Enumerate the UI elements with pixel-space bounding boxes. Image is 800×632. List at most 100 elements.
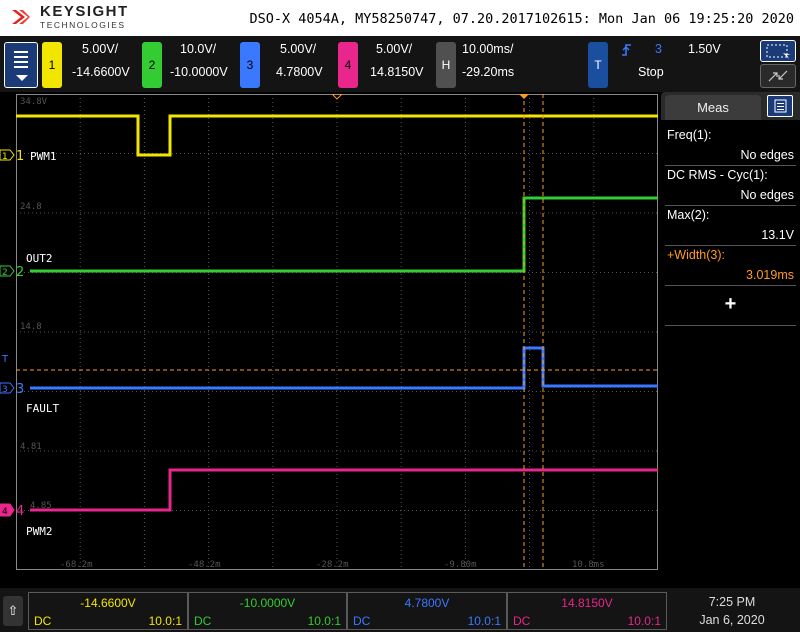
main-menu-button[interactable]: [4, 42, 38, 88]
trigger-level[interactable]: 1.50V: [688, 42, 721, 56]
grid-dot: [328, 391, 329, 392]
grid-dot: [588, 331, 589, 333]
grid-dot: [424, 510, 425, 511]
grid-dot: [316, 450, 317, 452]
grid-dot: [529, 394, 531, 395]
grid-dot: [529, 130, 531, 131]
softkey-toggle-button[interactable]: ⇧: [3, 596, 23, 626]
grid-dot: [529, 490, 531, 491]
zoom-button[interactable]: [760, 64, 796, 88]
list-icon: [774, 99, 787, 113]
grid-dot: [276, 391, 277, 392]
grid-dot: [208, 390, 210, 391]
add-measurement-button[interactable]: +: [665, 291, 796, 317]
trigger-edge-icon[interactable]: [620, 43, 634, 57]
grid-dot: [208, 266, 210, 267]
channel-1-ground-marker[interactable]: 1 1: [0, 149, 24, 164]
grid-dot: [79, 342, 81, 343]
waveform-svg[interactable]: 34.8V 24.8 14.8 4.81 4.85 -68.2m -48.2m …: [16, 94, 658, 570]
grid-dot: [280, 510, 281, 511]
grid-dot: [172, 153, 173, 154]
grid-dot: [196, 450, 197, 452]
channel-3-ground-marker[interactable]: 3 3: [0, 382, 24, 397]
trigger-button[interactable]: T: [588, 42, 608, 88]
grid-dot: [208, 98, 210, 99]
touch-select-button[interactable]: [760, 40, 796, 62]
grid-dot: [143, 422, 145, 423]
grid-dot: [208, 530, 210, 531]
grid-dot: [272, 346, 274, 347]
horizontal-delay[interactable]: -29.20ms: [462, 65, 514, 79]
waveform-display[interactable]: 34.8V 24.8 14.8 4.81 4.85 -68.2m -48.2m …: [16, 94, 658, 570]
horizontal-button[interactable]: H: [436, 42, 456, 88]
ground-markers: 1 1 2 2 T 3 3 4 4: [0, 149, 24, 519]
channel-1-scale[interactable]: 5.00V/: [82, 42, 118, 56]
grid-dot: [536, 212, 537, 214]
grid-dot: [272, 138, 274, 139]
channel-1-status[interactable]: -14.6600V DC 10.0:1: [28, 592, 188, 630]
grid-dot: [248, 450, 249, 452]
grid-dot: [220, 153, 221, 154]
channel-2-scale[interactable]: 10.0V/: [180, 42, 216, 56]
grid-dot: [328, 510, 329, 511]
grid-dot: [79, 290, 81, 291]
grid-dot: [400, 238, 402, 239]
horizontal-scale[interactable]: 10.00ms/: [462, 42, 513, 56]
channel-4-scale[interactable]: 5.00V/: [376, 42, 412, 56]
meas-item-dc-rms[interactable]: DC RMS - Cyc(1): No edges: [665, 168, 796, 204]
grid-dot: [416, 450, 417, 452]
channel-1-button[interactable]: 1: [42, 42, 62, 88]
channel-4-ground-marker[interactable]: 4 4: [0, 503, 24, 519]
channel-4-offset[interactable]: 14.8150V: [370, 65, 424, 79]
meas-item-freq[interactable]: Freq(1): No edges: [665, 128, 796, 164]
channel-3-offset[interactable]: 4.7800V: [276, 65, 323, 79]
grid-dot: [164, 212, 165, 214]
trigger-source[interactable]: 3: [655, 42, 662, 56]
channel-4-button[interactable]: 4: [338, 42, 358, 88]
grid-dot: [79, 106, 81, 107]
channel-2-offset[interactable]: -10.0000V: [170, 65, 228, 79]
meas-tab[interactable]: Meas: [665, 95, 761, 120]
channel-3-status[interactable]: 4.7800V DC 10.0:1: [347, 592, 507, 630]
grid-dot: [452, 212, 453, 214]
grid-dot: [79, 294, 81, 295]
grid-dot: [248, 331, 249, 333]
grid-dot: [208, 418, 210, 419]
trigger-level-marker[interactable]: T: [1, 354, 9, 365]
grid-dot: [143, 458, 145, 459]
grid-dot: [464, 402, 466, 403]
grid-dot: [400, 446, 402, 447]
grid-dot: [516, 391, 517, 392]
channel-2-ground-marker[interactable]: 2 2: [0, 265, 24, 280]
grid-dot: [529, 246, 531, 247]
grid-dot: [143, 418, 145, 419]
grid-dot: [456, 510, 457, 511]
channel-2-status[interactable]: -10.0000V DC 10.0:1: [188, 592, 347, 630]
grid-dot: [516, 212, 517, 214]
channel-1-offset[interactable]: -14.6600V: [72, 65, 130, 79]
meas-menu-button[interactable]: [767, 95, 793, 117]
clock-time: 7:25 PM: [708, 595, 756, 609]
channel-3-button[interactable]: 3: [240, 42, 260, 88]
grid-dot: [372, 153, 373, 154]
grid-dot: [144, 212, 145, 214]
meas-item-max[interactable]: Max(2): 13.1V: [665, 208, 796, 244]
grid-dot: [336, 358, 338, 359]
meas-item-width[interactable]: +Width(3): 3.019ms: [665, 248, 796, 284]
grid-dot: [400, 522, 402, 523]
channel-4-status[interactable]: 14.8150V DC 10.0:1: [507, 592, 667, 630]
grid-dot: [560, 153, 561, 154]
channel-2-button[interactable]: 2: [142, 42, 162, 88]
grid-dot: [400, 466, 402, 467]
grid-dot: [540, 212, 541, 214]
grid-dot: [336, 514, 338, 515]
grid-dot: [464, 542, 466, 543]
grid-dot: [336, 438, 338, 439]
grid-dot: [336, 298, 338, 299]
grid-dot: [436, 212, 437, 214]
grid-dot: [588, 212, 589, 214]
grid-dot: [272, 150, 274, 151]
channel-3-scale[interactable]: 5.00V/: [280, 42, 316, 56]
grid-dot: [464, 550, 466, 551]
grid-dot: [272, 262, 274, 263]
